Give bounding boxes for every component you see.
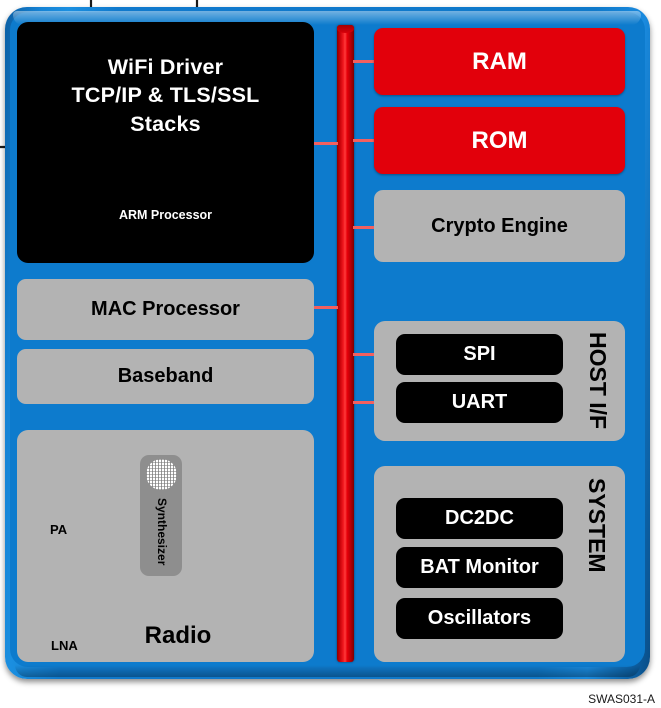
synthesizer-label: Synthesizer [155, 497, 169, 566]
vco-oscillator-icon [146, 459, 177, 490]
connector-bus-to-rom [353, 139, 375, 142]
mac-processor-block[interactable]: MAC Processor [17, 279, 314, 340]
crypto-engine-block[interactable]: Crypto Engine [374, 190, 625, 262]
uart-block[interactable]: UART [396, 382, 563, 423]
bat-monitor-block[interactable]: BAT Monitor [396, 547, 563, 588]
system-bus-top-cap [337, 25, 354, 33]
arm-processor-title: WiFi Driver TCP/IP & TLS/SSL Stacks [17, 53, 314, 138]
arm-title-line-1: WiFi Driver [107, 55, 224, 79]
baseband-block[interactable]: Baseband [17, 349, 314, 404]
lna-label: LNA [51, 638, 78, 653]
arm-processor-block[interactable]: WiFi Driver TCP/IP & TLS/SSL Stacks ARM … [17, 22, 314, 263]
arm-title-line-3: Stacks [130, 111, 201, 136]
ram-block[interactable]: RAM [374, 28, 625, 95]
connector-mac-to-bus [314, 306, 338, 309]
connector-bus-to-ram [353, 60, 375, 63]
host-interface-group-label: HOST I/F [585, 332, 611, 430]
pa-label: PA [50, 522, 68, 537]
dc2dc-block[interactable]: DC2DC [396, 498, 563, 539]
spi-block[interactable]: SPI [396, 334, 563, 375]
arm-processor-subtitle: ARM Processor [118, 208, 213, 222]
document-id-label: SWAS031-A [588, 692, 655, 706]
connector-arm-to-bus [314, 142, 338, 145]
system-group-label: SYSTEM [584, 478, 610, 573]
oscillators-block[interactable]: Oscillators [396, 598, 563, 639]
connector-bus-to-crypto [353, 226, 375, 229]
rom-block[interactable]: ROM [374, 107, 625, 174]
arm-title-line-2: TCP/IP & TLS/SSL [71, 83, 260, 108]
system-bus [337, 25, 354, 662]
radio-block-label: Radio [144, 622, 212, 649]
